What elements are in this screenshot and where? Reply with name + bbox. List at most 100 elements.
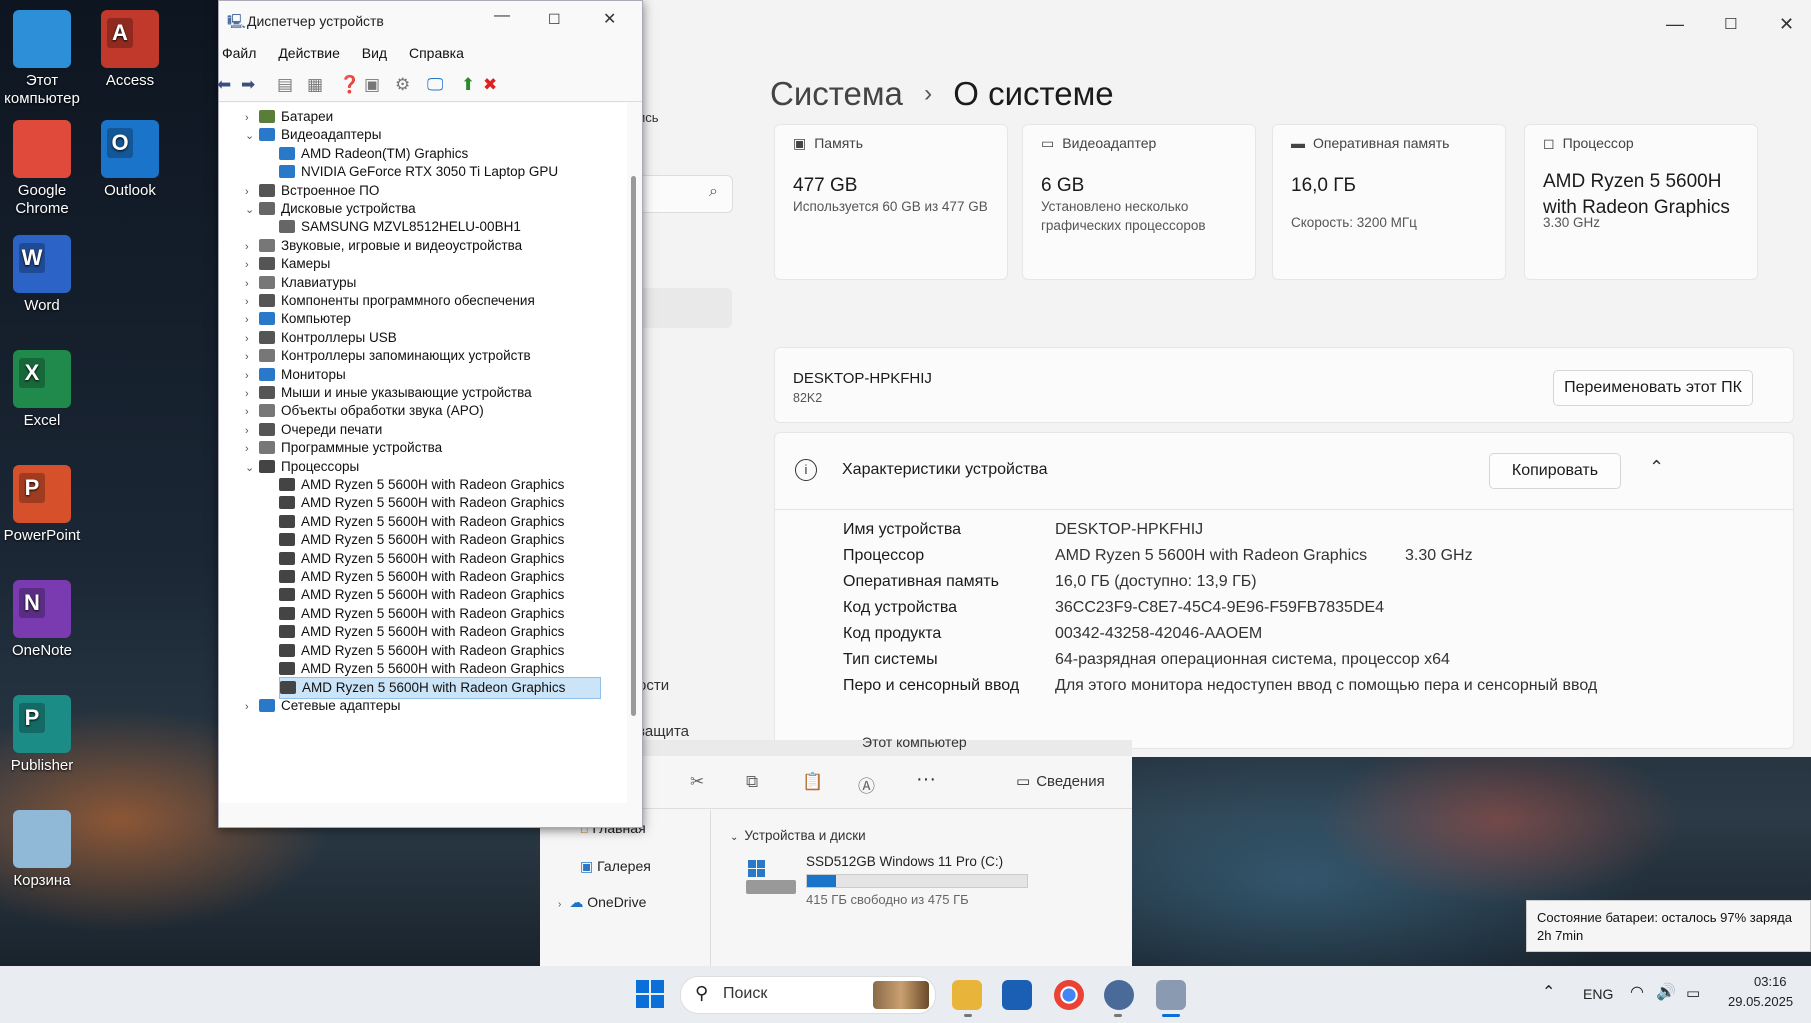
rename-icon[interactable]: Ⓐ <box>858 772 875 797</box>
tree-device[interactable]: AMD Ryzen 5 5600H with Radeon Graphics <box>279 659 564 679</box>
chevron-down-icon[interactable]: ⌄ <box>245 200 259 220</box>
update-driver-icon[interactable]: ⬆ <box>461 75 475 95</box>
tree-category[interactable]: › Очереди печати <box>245 420 382 440</box>
desktop-shortcut[interactable]: Корзина <box>0 810 90 890</box>
wifi-icon[interactable]: ◠ <box>1630 982 1644 1002</box>
monitor-icon[interactable]: 🖵 <box>427 75 443 95</box>
uninstall-icon[interactable]: ✖ <box>483 75 497 95</box>
cut-icon[interactable]: ✂ <box>690 772 704 792</box>
tree-category[interactable]: › Мониторы <box>245 365 346 385</box>
tree-category[interactable]: › Батареи <box>245 107 333 127</box>
tree-device[interactable]: AMD Ryzen 5 5600H with Radeon Graphics <box>279 641 564 661</box>
properties-icon[interactable]: ▦ <box>307 75 323 95</box>
tree-category[interactable]: ⌄ Дисковые устройства <box>245 199 416 219</box>
tree-device[interactable]: AMD Ryzen 5 5600H with Radeon Graphics <box>279 567 564 587</box>
minimize-icon[interactable]: — <box>1666 14 1684 35</box>
close-icon[interactable]: ✕ <box>1779 14 1794 35</box>
help-icon[interactable]: ❓ <box>339 75 360 95</box>
tree-category[interactable]: ⌄ Видеоадаптеры <box>245 125 381 145</box>
chevron-up-icon[interactable]: ⌃ <box>1542 982 1555 1002</box>
nav-item-onedrive[interactable]: › ☁ OneDrive <box>558 894 646 911</box>
desktop-shortcut[interactable]: P PowerPoint <box>0 465 90 545</box>
file-explorer-icon[interactable] <box>952 980 982 1010</box>
tree-device[interactable]: AMD Ryzen 5 5600H with Radeon Graphics <box>279 475 564 495</box>
copy-button[interactable]: Копировать <box>1489 453 1621 489</box>
breadcrumb-parent[interactable]: Система <box>770 75 903 112</box>
tree-category[interactable]: › Контроллеры запоминающих устройств <box>245 346 531 366</box>
close-icon[interactable]: ✕ <box>603 9 616 29</box>
language-indicator[interactable]: ENG <box>1583 986 1613 1002</box>
tree-category[interactable]: ⌄ Процессоры <box>245 457 359 477</box>
chevron-up-icon[interactable]: ⌃ <box>1649 457 1664 478</box>
section-header[interactable]: i Характеристики устройства Копировать ⌃ <box>775 433 1793 510</box>
tree-device[interactable]: SAMSUNG MZVL8512HELU-00BH1 <box>279 217 521 237</box>
tree-device[interactable]: AMD Ryzen 5 5600H with Radeon Graphics <box>279 585 564 605</box>
minimize-icon[interactable]: — <box>494 7 510 25</box>
tree-category[interactable]: › Мыши и иные указывающие устройства <box>245 383 532 403</box>
search-box[interactable]: ⚲ Поиск <box>680 976 936 1014</box>
chevron-right-icon[interactable]: › <box>558 899 561 910</box>
tree-device[interactable]: AMD Ryzen 5 5600H with Radeon Graphics <box>279 512 564 532</box>
tree-category[interactable]: › Встроенное ПО <box>245 181 379 201</box>
store-icon[interactable] <box>1002 980 1032 1010</box>
tree-device[interactable]: AMD Radeon(TM) Graphics <box>279 144 468 164</box>
menu-file[interactable]: Файл <box>222 45 256 61</box>
search-box-fragment[interactable]: ⌕ <box>636 175 733 213</box>
desktop-shortcut[interactable]: A Access <box>82 10 178 90</box>
desktop-shortcut[interactable]: N OneNote <box>0 580 90 660</box>
menu-help[interactable]: Справка <box>409 45 464 61</box>
show-hide-tree-icon[interactable]: ▤ <box>277 75 293 95</box>
group-header[interactable]: ⌄ Устройства и диски <box>730 828 866 843</box>
chevron-right-icon[interactable]: › <box>245 697 259 717</box>
paste-icon[interactable]: 📋 <box>802 772 823 792</box>
copy-icon[interactable]: ⧉ <box>746 772 758 792</box>
desktop-shortcut[interactable]: Google Chrome <box>0 120 90 218</box>
vertical-scrollbar[interactable] <box>631 176 636 716</box>
tree-device[interactable]: AMD Ryzen 5 5600H with Radeon Graphics <box>279 604 564 624</box>
tree-category[interactable]: › Клавиатуры <box>245 273 356 293</box>
rename-pc-button[interactable]: Переименовать этот ПК <box>1553 370 1753 406</box>
desktop-shortcut[interactable]: X Excel <box>0 350 90 430</box>
sidebar-fragment[interactable]: защита <box>638 723 689 740</box>
chrome-icon[interactable] <box>1054 980 1084 1010</box>
tree-category[interactable]: › Программные устройства <box>245 438 442 458</box>
tree-category[interactable]: › Объекты обработки звука (APO) <box>245 401 484 421</box>
volume-icon[interactable]: 🔊 <box>1656 982 1676 1002</box>
desktop-shortcut[interactable]: W Word <box>0 235 90 315</box>
tree-device[interactable]: AMD Ryzen 5 5600H with Radeon Graphics <box>279 549 564 569</box>
drive-item[interactable]: SSD512GB Windows 11 Pro (C:) 415 ГБ своб… <box>746 854 1126 914</box>
start-button[interactable] <box>636 980 664 1008</box>
tree-category[interactable]: › Контроллеры USB <box>245 328 397 348</box>
desktop-shortcut[interactable]: P Publisher <box>0 695 90 775</box>
clock-date[interactable]: 29.05.2025 <box>1728 994 1793 1009</box>
tree-device[interactable]: NVIDIA GeForce RTX 3050 Ti Laptop GPU <box>279 162 558 182</box>
back-icon[interactable]: ⬅ <box>217 75 231 95</box>
tree-category[interactable]: › Компьютер <box>245 309 351 329</box>
nav-item-gallery[interactable]: ▣ Галерея <box>580 858 651 875</box>
tree-device[interactable]: AMD Ryzen 5 5600H with Radeon Graphics <box>279 530 564 550</box>
maximize-icon[interactable]: ☐ <box>1724 15 1737 33</box>
scan-hardware-icon[interactable]: ⚙ <box>395 75 410 95</box>
sidebar-selected-item[interactable] <box>636 288 732 328</box>
forward-icon[interactable]: ➡ <box>241 75 255 95</box>
tree-device[interactable]: AMD Ryzen 5 5600H with Radeon Graphics <box>279 622 564 642</box>
tree-category[interactable]: › Звуковые, игровые и видеоустройства <box>245 236 522 256</box>
menu-action[interactable]: Действие <box>278 45 340 61</box>
device-manager-taskbar-icon[interactable] <box>1156 980 1186 1010</box>
tree-category[interactable]: › Камеры <box>245 254 330 274</box>
tree-category[interactable]: › Компоненты программного обеспечения <box>245 291 535 311</box>
tree-device[interactable]: AMD Ryzen 5 5600H with Radeon Graphics <box>279 493 564 513</box>
desktop-shortcut[interactable]: Этот компьютер <box>0 10 90 108</box>
details-button[interactable]: ▭ Сведения <box>1016 772 1105 790</box>
more-icon[interactable]: ··· <box>916 768 936 791</box>
menu-view[interactable]: Вид <box>362 45 387 61</box>
chevron-down-icon[interactable]: ⌄ <box>245 458 259 478</box>
view-icon[interactable]: ▣ <box>364 75 380 95</box>
battery-icon[interactable]: ▭ <box>1686 984 1700 1002</box>
desktop-shortcut[interactable]: O Outlook <box>82 120 178 200</box>
clock-time[interactable]: 03:16 <box>1754 974 1787 989</box>
settings-icon[interactable] <box>1104 980 1134 1010</box>
chevron-down-icon[interactable]: ⌄ <box>245 126 259 146</box>
tree-category[interactable]: › Сетевые адаптеры <box>245 696 400 716</box>
maximize-icon[interactable]: ☐ <box>548 11 561 28</box>
